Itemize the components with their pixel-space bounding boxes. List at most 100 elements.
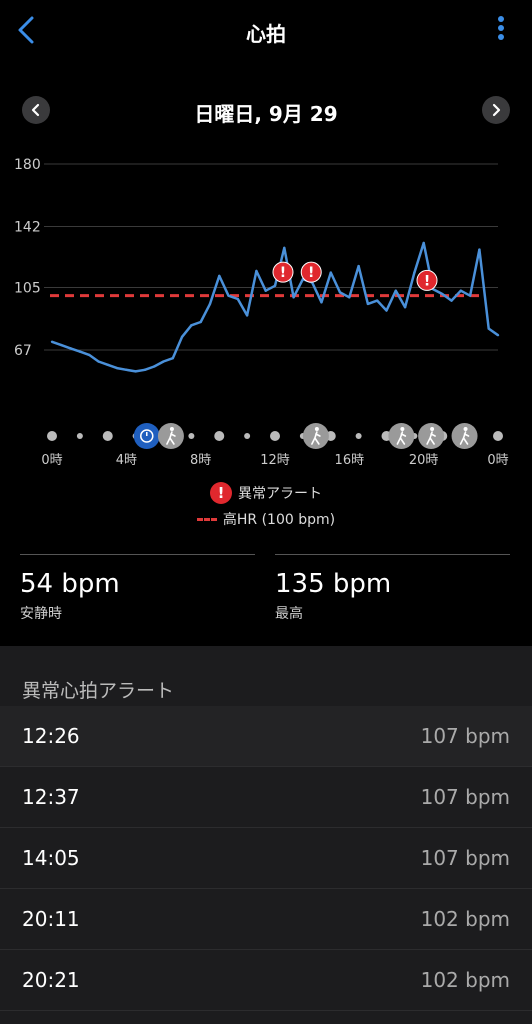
heart-rate-point <box>218 274 221 278</box>
heart-rate-point <box>468 294 472 297</box>
heart-rate-point <box>376 299 379 302</box>
heart-rate-point <box>329 271 332 274</box>
heart-rate-point <box>255 269 258 273</box>
heart-rate-point <box>69 347 72 350</box>
walking-head <box>314 427 319 431</box>
section-title: 異常心拍アラート <box>22 680 175 702</box>
timeline-dot <box>355 433 362 439</box>
alert-time: 12:26 <box>22 724 80 748</box>
heart-rate-point <box>162 360 165 363</box>
heart-rate-point <box>106 363 109 367</box>
alert-row[interactable]: 12:26 107 bpm <box>0 706 532 767</box>
chart-legend: ! 異常アラート 高HR (100 bpm) <box>0 480 532 532</box>
heart-rate-point <box>283 246 286 250</box>
heart-rate-point <box>97 360 100 363</box>
heart-rate-point <box>348 296 351 299</box>
heart-rate-point <box>338 291 342 294</box>
heart-rate-point <box>385 309 388 312</box>
x-tick-label: 4時 <box>116 453 137 468</box>
legend-high-hr-label: 高HR (100 bpm) <box>222 512 336 528</box>
heart-rate-point <box>171 357 174 360</box>
x-tick-label: 8時 <box>190 453 211 468</box>
alert-time: 14:05 <box>22 846 80 870</box>
alert-bpm: 102 bpm <box>420 907 510 931</box>
alert-row[interactable]: 20:11 102 bpm <box>0 889 532 950</box>
max-hr-value: 135 bpm <box>275 569 392 599</box>
heart-rate-point <box>60 343 63 347</box>
alert-time: 20:21 <box>22 968 80 992</box>
max-hr-label: 最高 <box>275 606 303 622</box>
alert-row[interactable]: 14:05 107 bpm <box>0 828 532 889</box>
timeline-dot <box>270 431 280 441</box>
heart-rate-point <box>366 302 370 306</box>
walking-head <box>169 427 174 431</box>
resting-hr-label: 安静時 <box>20 606 62 622</box>
heart-rate-point <box>273 284 277 288</box>
max-hr-stat: 135 bpm 最高 <box>275 554 510 623</box>
x-tick-label: 0時 <box>41 453 62 468</box>
heart-rate-point <box>394 289 397 292</box>
heart-rate-point <box>134 370 137 373</box>
resting-hr-stat: 54 bpm 安静時 <box>20 554 255 623</box>
heart-rate-point <box>115 366 119 370</box>
y-tick-label: 105 <box>14 280 41 296</box>
heart-rate-point <box>208 302 212 306</box>
alert-marker-glyph: ! <box>280 265 286 281</box>
chevron-right-icon <box>492 103 501 117</box>
alert-time: 12:37 <box>22 785 80 809</box>
current-date: 日曜日, 9月 29 <box>194 102 338 126</box>
heart-rate-point <box>180 335 184 339</box>
heart-rate-chart[interactable]: 180 142 105 67! !! 0時 4時 8時 12時 16時 20時 0時 <box>0 140 532 470</box>
timeline-dot <box>102 431 113 441</box>
dashed-line-icon <box>196 517 217 521</box>
walking-head <box>400 427 405 431</box>
heart-rate-point <box>227 294 230 297</box>
alert-list: 12:26 107 bpm 12:37 107 bpm 14:05 107 bp… <box>0 706 532 1011</box>
timeline-dot <box>493 431 503 441</box>
abnormal-hr-alerts-section: 異常心拍アラート 12:26 107 bpm 12:37 107 bpm 14:… <box>0 646 532 1024</box>
app-header: 心拍 <box>0 0 532 62</box>
legend-alert: ! 異常アラート <box>0 480 532 506</box>
heart-rate-point <box>459 289 463 292</box>
legend-high-hr: 高HR (100 bpm) <box>0 506 532 532</box>
y-tick-label: 142 <box>14 220 41 236</box>
heart-rate-point <box>50 340 54 343</box>
next-day-button[interactable] <box>482 96 510 124</box>
heart-rate-line <box>51 241 499 373</box>
alert-time: 20:11 <box>22 907 80 931</box>
more-menu-button[interactable] <box>496 16 506 46</box>
alert-marker-glyph: ! <box>308 265 314 281</box>
page-title: 心拍 <box>246 22 286 46</box>
heart-rate-point <box>496 333 500 337</box>
walking-head <box>463 427 468 431</box>
y-tick-label: 67 <box>14 343 32 359</box>
heart-rate-point <box>125 368 128 371</box>
heart-rate-point <box>450 299 453 302</box>
date-navigation: 日曜日, 9月 29 <box>0 88 532 130</box>
more-dots-icon <box>498 16 504 22</box>
heart-rate-point <box>236 297 240 301</box>
alert-bpm: 107 bpm <box>420 785 510 809</box>
heart-rate-point <box>422 241 425 245</box>
heart-rate-point <box>441 292 444 296</box>
alert-icon: ! <box>210 482 232 504</box>
timeline-dot <box>214 431 225 441</box>
timeline-dot <box>76 433 83 439</box>
alert-row[interactable]: 20:21 102 bpm <box>0 950 532 1011</box>
heart-rate-point <box>413 271 416 274</box>
alert-marker-glyph: ! <box>424 273 430 289</box>
alert-bpm: 107 bpm <box>420 724 510 748</box>
heart-rate-point <box>487 327 490 330</box>
alert-row[interactable]: 12:37 107 bpm <box>0 767 532 828</box>
heart-rate-point <box>245 314 249 317</box>
timeline-dot <box>47 431 57 441</box>
x-tick-label: 0時 <box>487 453 508 468</box>
heart-rate-point <box>78 350 82 353</box>
alert-bpm: 102 bpm <box>420 968 510 992</box>
legend-alert-label: 異常アラート <box>238 486 322 502</box>
heart-rate-point <box>199 320 202 324</box>
heart-rate-point <box>320 301 323 304</box>
timeline-dot <box>188 433 195 439</box>
heart-rate-point <box>478 248 481 251</box>
x-tick-label: 12時 <box>260 453 290 468</box>
